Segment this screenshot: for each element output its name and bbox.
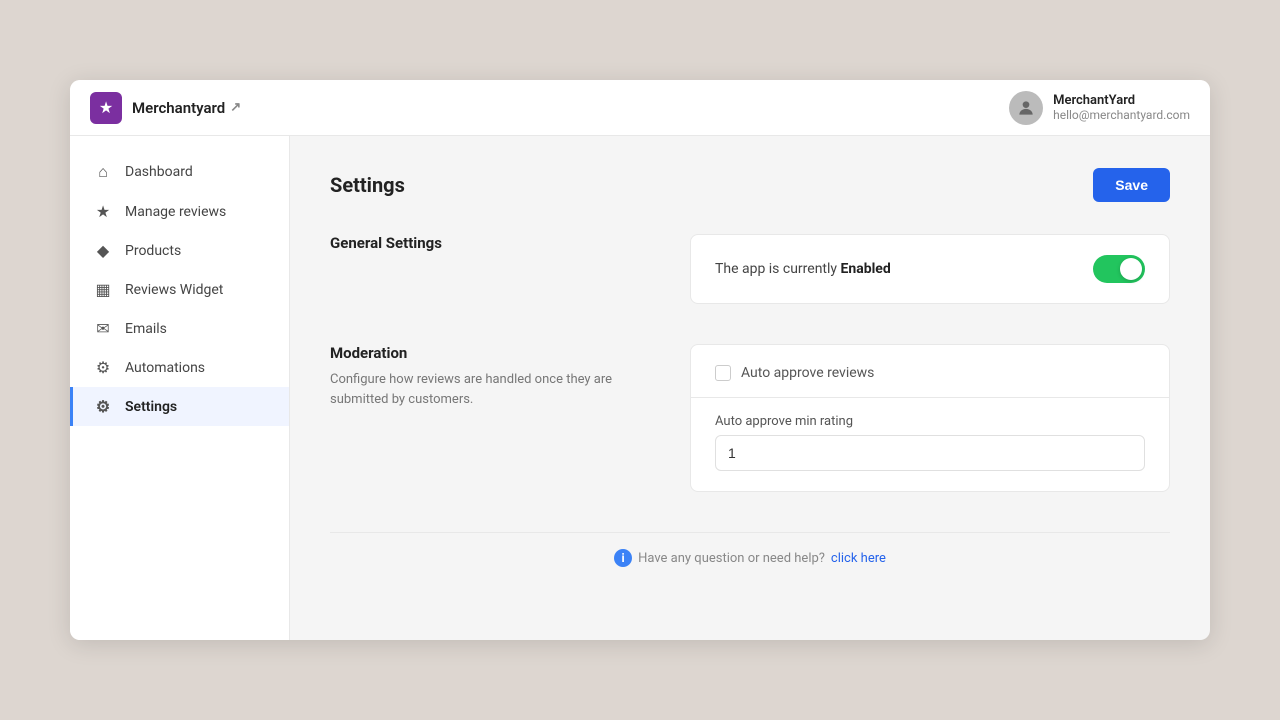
min-rating-input[interactable]: [715, 435, 1145, 471]
email-icon: ✉: [93, 319, 113, 338]
sidebar-item-label: Reviews Widget: [125, 282, 223, 298]
main-content: Settings Save General Settings The app i…: [290, 136, 1210, 640]
sidebar-item-label: Manage reviews: [125, 204, 226, 220]
home-icon: ⌂: [93, 162, 113, 182]
footer-inner: i Have any question or need help? click …: [346, 549, 1154, 567]
footer-link[interactable]: click here: [831, 551, 886, 566]
automation-icon: ⚙: [93, 358, 113, 377]
toggle-label: The app is currently Enabled: [715, 261, 891, 277]
save-button[interactable]: Save: [1093, 168, 1170, 202]
logo-box: ★: [90, 92, 122, 124]
moderation-section: Moderation Configure how reviews are han…: [330, 344, 1170, 492]
toggle-row: The app is currently Enabled: [715, 255, 1145, 283]
footer: i Have any question or need help? click …: [330, 532, 1170, 583]
auto-approve-row: Auto approve reviews: [715, 365, 1145, 381]
sidebar-item-products[interactable]: ◆ Products: [70, 231, 289, 270]
general-settings-section: General Settings The app is currently En…: [330, 234, 1170, 304]
min-rating-label: Auto approve min rating: [715, 414, 1145, 429]
user-info: MerchantYard hello@merchantyard.com: [1053, 93, 1190, 122]
header: ★ Merchantyard ↗ MerchantYard hello@merc…: [70, 80, 1210, 136]
star-icon: ★: [93, 202, 113, 221]
app-name: Merchantyard ↗: [132, 99, 241, 117]
products-icon: ◆: [93, 241, 113, 260]
sidebar-item-label: Products: [125, 243, 181, 259]
sidebar-item-dashboard[interactable]: ⌂ Dashboard: [70, 152, 289, 192]
sidebar-item-label: Automations: [125, 360, 205, 376]
app-name-text: Merchantyard: [132, 99, 225, 117]
moderation-desc: Configure how reviews are handled once t…: [330, 370, 650, 409]
app-window: ★ Merchantyard ↗ MerchantYard hello@merc…: [70, 80, 1210, 640]
sidebar-item-reviews-widget[interactable]: ▦ Reviews Widget: [70, 270, 289, 309]
divider: [691, 397, 1169, 398]
auto-approve-checkbox[interactable]: [715, 365, 731, 381]
sidebar-item-settings[interactable]: ⚙ Settings: [70, 387, 289, 426]
body: ⌂ Dashboard ★ Manage reviews ◆ Products …: [70, 136, 1210, 640]
sidebar-item-automations[interactable]: ⚙ Automations: [70, 348, 289, 387]
sidebar-item-label: Emails: [125, 321, 167, 337]
auto-approve-label: Auto approve reviews: [741, 365, 874, 381]
settings-icon: ⚙: [93, 397, 113, 416]
user-email: hello@merchantyard.com: [1053, 108, 1190, 122]
general-settings-title: General Settings: [330, 234, 650, 252]
general-settings-content: The app is currently Enabled: [690, 234, 1170, 304]
footer-text: Have any question or need help?: [638, 551, 825, 566]
moderation-label: Moderation Configure how reviews are han…: [330, 344, 650, 409]
header-left: ★ Merchantyard ↗: [90, 92, 241, 124]
toggle-knob: [1120, 258, 1142, 280]
sidebar-item-manage-reviews[interactable]: ★ Manage reviews: [70, 192, 289, 231]
widget-icon: ▦: [93, 280, 113, 299]
sidebar: ⌂ Dashboard ★ Manage reviews ◆ Products …: [70, 136, 290, 640]
logo-icon: ★: [99, 98, 113, 117]
sidebar-item-label: Dashboard: [125, 164, 193, 180]
sidebar-item-emails[interactable]: ✉ Emails: [70, 309, 289, 348]
page-title: Settings: [330, 173, 405, 197]
info-icon: i: [614, 549, 632, 567]
general-settings-label: General Settings: [330, 234, 650, 260]
main-header: Settings Save: [330, 168, 1170, 202]
moderation-title: Moderation: [330, 344, 650, 362]
sidebar-item-label: Settings: [125, 399, 177, 415]
header-right: MerchantYard hello@merchantyard.com: [1009, 91, 1190, 125]
enabled-toggle[interactable]: [1093, 255, 1145, 283]
moderation-content: Auto approve reviews Auto approve min ra…: [690, 344, 1170, 492]
user-name: MerchantYard: [1053, 93, 1190, 108]
external-link-icon[interactable]: ↗: [230, 100, 241, 115]
avatar: [1009, 91, 1043, 125]
